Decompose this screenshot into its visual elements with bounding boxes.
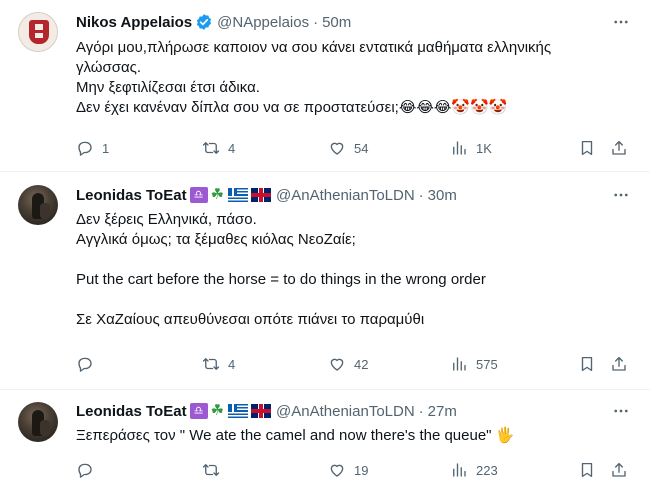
timestamp[interactable]: 27m [428, 403, 457, 420]
separator: · [418, 186, 424, 204]
views-count: 575 [476, 356, 498, 372]
bookmark-button[interactable] [578, 459, 596, 481]
share-icon [612, 462, 626, 477]
reply-icon [78, 141, 92, 156]
reply-icon [78, 357, 92, 372]
tweet-text: Δεν ξέρεις Ελληνικά, πάσο. Αγγλικά όμως;… [76, 211, 486, 328]
share-icon [612, 356, 626, 371]
greek-flag-icon [228, 188, 249, 202]
heart-icon [330, 358, 344, 371]
repost-count: 4 [228, 356, 236, 372]
views-count: 1K [476, 140, 492, 156]
uk-flag-icon [251, 188, 272, 202]
like-count: 42 [354, 356, 369, 372]
tweet[interactable]: Leonidas ToEat ♎ ☘ @AnAthenianToLDN · 30… [0, 172, 650, 390]
libra-sign-icon: ♎ [189, 403, 208, 419]
heart-icon [330, 142, 344, 155]
author-handle[interactable]: @AnAthenianToLDN [276, 187, 415, 204]
tweet-header: Leonidas ToEat ♎ ☘ @AnAthenianToLDN · 27… [76, 401, 457, 421]
reply-icon [78, 463, 92, 478]
shamrock-icon: ☘ [210, 186, 225, 203]
tweet-text: Αγόρι μου,πλήρωσε καποιον να σου κάνει ε… [76, 39, 552, 116]
heart-icon [330, 464, 344, 477]
views-button[interactable]: 1K [450, 137, 492, 159]
separator: · [313, 13, 319, 31]
tweet[interactable]: Nikos Appelaios @NAppelaios · 50m Αγόρι … [0, 0, 650, 172]
like-count: 19 [354, 462, 369, 478]
repost-icon [202, 464, 220, 476]
verified-badge-icon [195, 13, 213, 31]
share-button[interactable] [610, 137, 628, 159]
tweet-actions: 4 42 575 [70, 353, 640, 375]
tweet-header: Nikos Appelaios @NAppelaios · 50m [76, 12, 351, 32]
author-handle[interactable]: @NAppelaios [217, 14, 309, 31]
avatar[interactable] [18, 402, 58, 442]
bookmark-icon [581, 140, 593, 156]
more-options-icon[interactable] [612, 13, 630, 31]
author-name[interactable]: Nikos Appelaios [76, 14, 192, 31]
share-button[interactable] [610, 459, 628, 481]
views-button[interactable]: 575 [450, 353, 498, 375]
timestamp[interactable]: 50m [322, 14, 351, 31]
tweet-header: Leonidas ToEat ♎ ☘ @AnAthenianToLDN · 30… [76, 185, 457, 205]
like-count: 54 [354, 140, 369, 156]
shamrock-icon: ☘ [210, 402, 225, 419]
more-options-icon[interactable] [612, 186, 630, 204]
greek-flag-icon [228, 404, 249, 418]
tweet[interactable]: Leonidas ToEat ♎ ☘ @AnAthenianToLDN · 27… [0, 390, 650, 496]
reply-count: 1 [102, 140, 110, 156]
reply-button[interactable] [76, 459, 102, 481]
tweet-actions: 19 223 [70, 459, 640, 481]
views-button[interactable]: 223 [450, 459, 498, 481]
timestamp[interactable]: 30m [428, 187, 457, 204]
share-button[interactable] [610, 353, 628, 375]
libra-sign-icon: ♎ [189, 187, 208, 203]
avatar[interactable] [18, 12, 58, 52]
repost-count: 4 [228, 140, 236, 156]
views-count: 223 [476, 462, 498, 478]
author-name[interactable]: Leonidas ToEat [76, 403, 187, 420]
tweet-text: Ξεπεράσες τον " We ate the camel and now… [76, 427, 515, 444]
bookmark-button[interactable] [578, 137, 596, 159]
like-button[interactable]: 19 [328, 459, 368, 481]
bookmark-icon [581, 462, 593, 478]
repost-button[interactable]: 4 [202, 353, 235, 375]
repost-button[interactable] [202, 459, 228, 481]
avatar[interactable] [18, 185, 58, 225]
author-name[interactable]: Leonidas ToEat [76, 187, 187, 204]
tweet-actions: 1 4 54 1K [70, 137, 640, 159]
bookmark-button[interactable] [578, 353, 596, 375]
share-icon [612, 140, 626, 155]
separator: · [418, 402, 424, 420]
repost-icon [202, 358, 220, 370]
analytics-icon [453, 357, 466, 371]
like-button[interactable]: 42 [328, 353, 368, 375]
analytics-icon [453, 463, 466, 477]
repost-icon [202, 142, 220, 154]
repost-button[interactable]: 4 [202, 137, 235, 159]
analytics-icon [453, 141, 466, 155]
like-button[interactable]: 54 [328, 137, 368, 159]
bookmark-icon [581, 356, 593, 372]
reply-button[interactable] [76, 353, 102, 375]
more-options-icon[interactable] [612, 402, 630, 420]
reply-button[interactable]: 1 [76, 137, 109, 159]
uk-flag-icon [251, 404, 272, 418]
author-handle[interactable]: @AnAthenianToLDN [276, 403, 415, 420]
